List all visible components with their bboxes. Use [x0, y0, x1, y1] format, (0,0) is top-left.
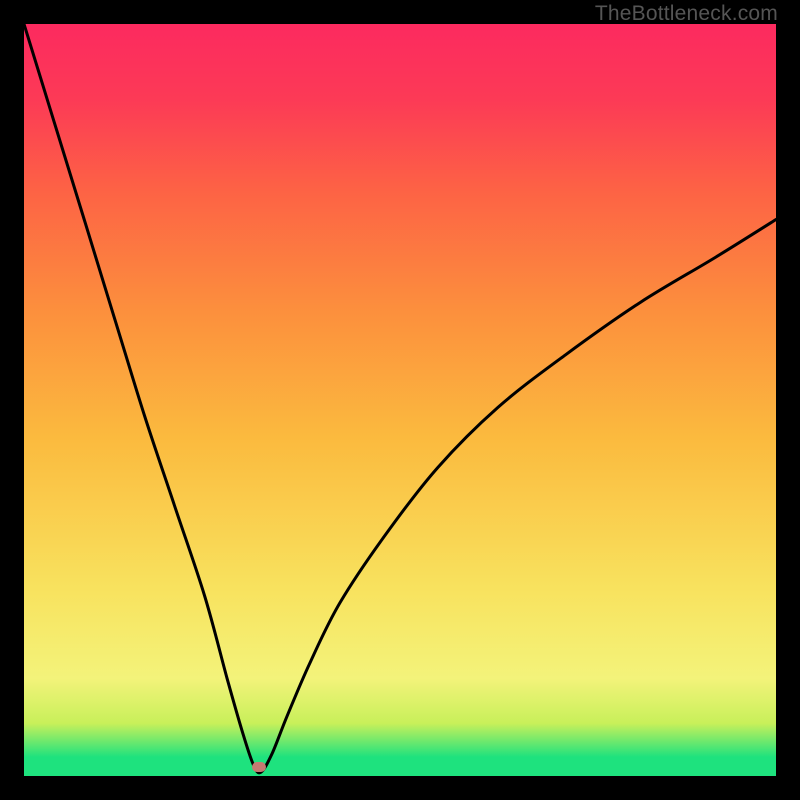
- chart-area: [24, 24, 776, 776]
- chart-frame: TheBottleneck.com: [0, 0, 800, 800]
- optimal-marker: [252, 762, 266, 772]
- watermark-text: TheBottleneck.com: [595, 2, 778, 26]
- bottleneck-curve: [24, 24, 776, 776]
